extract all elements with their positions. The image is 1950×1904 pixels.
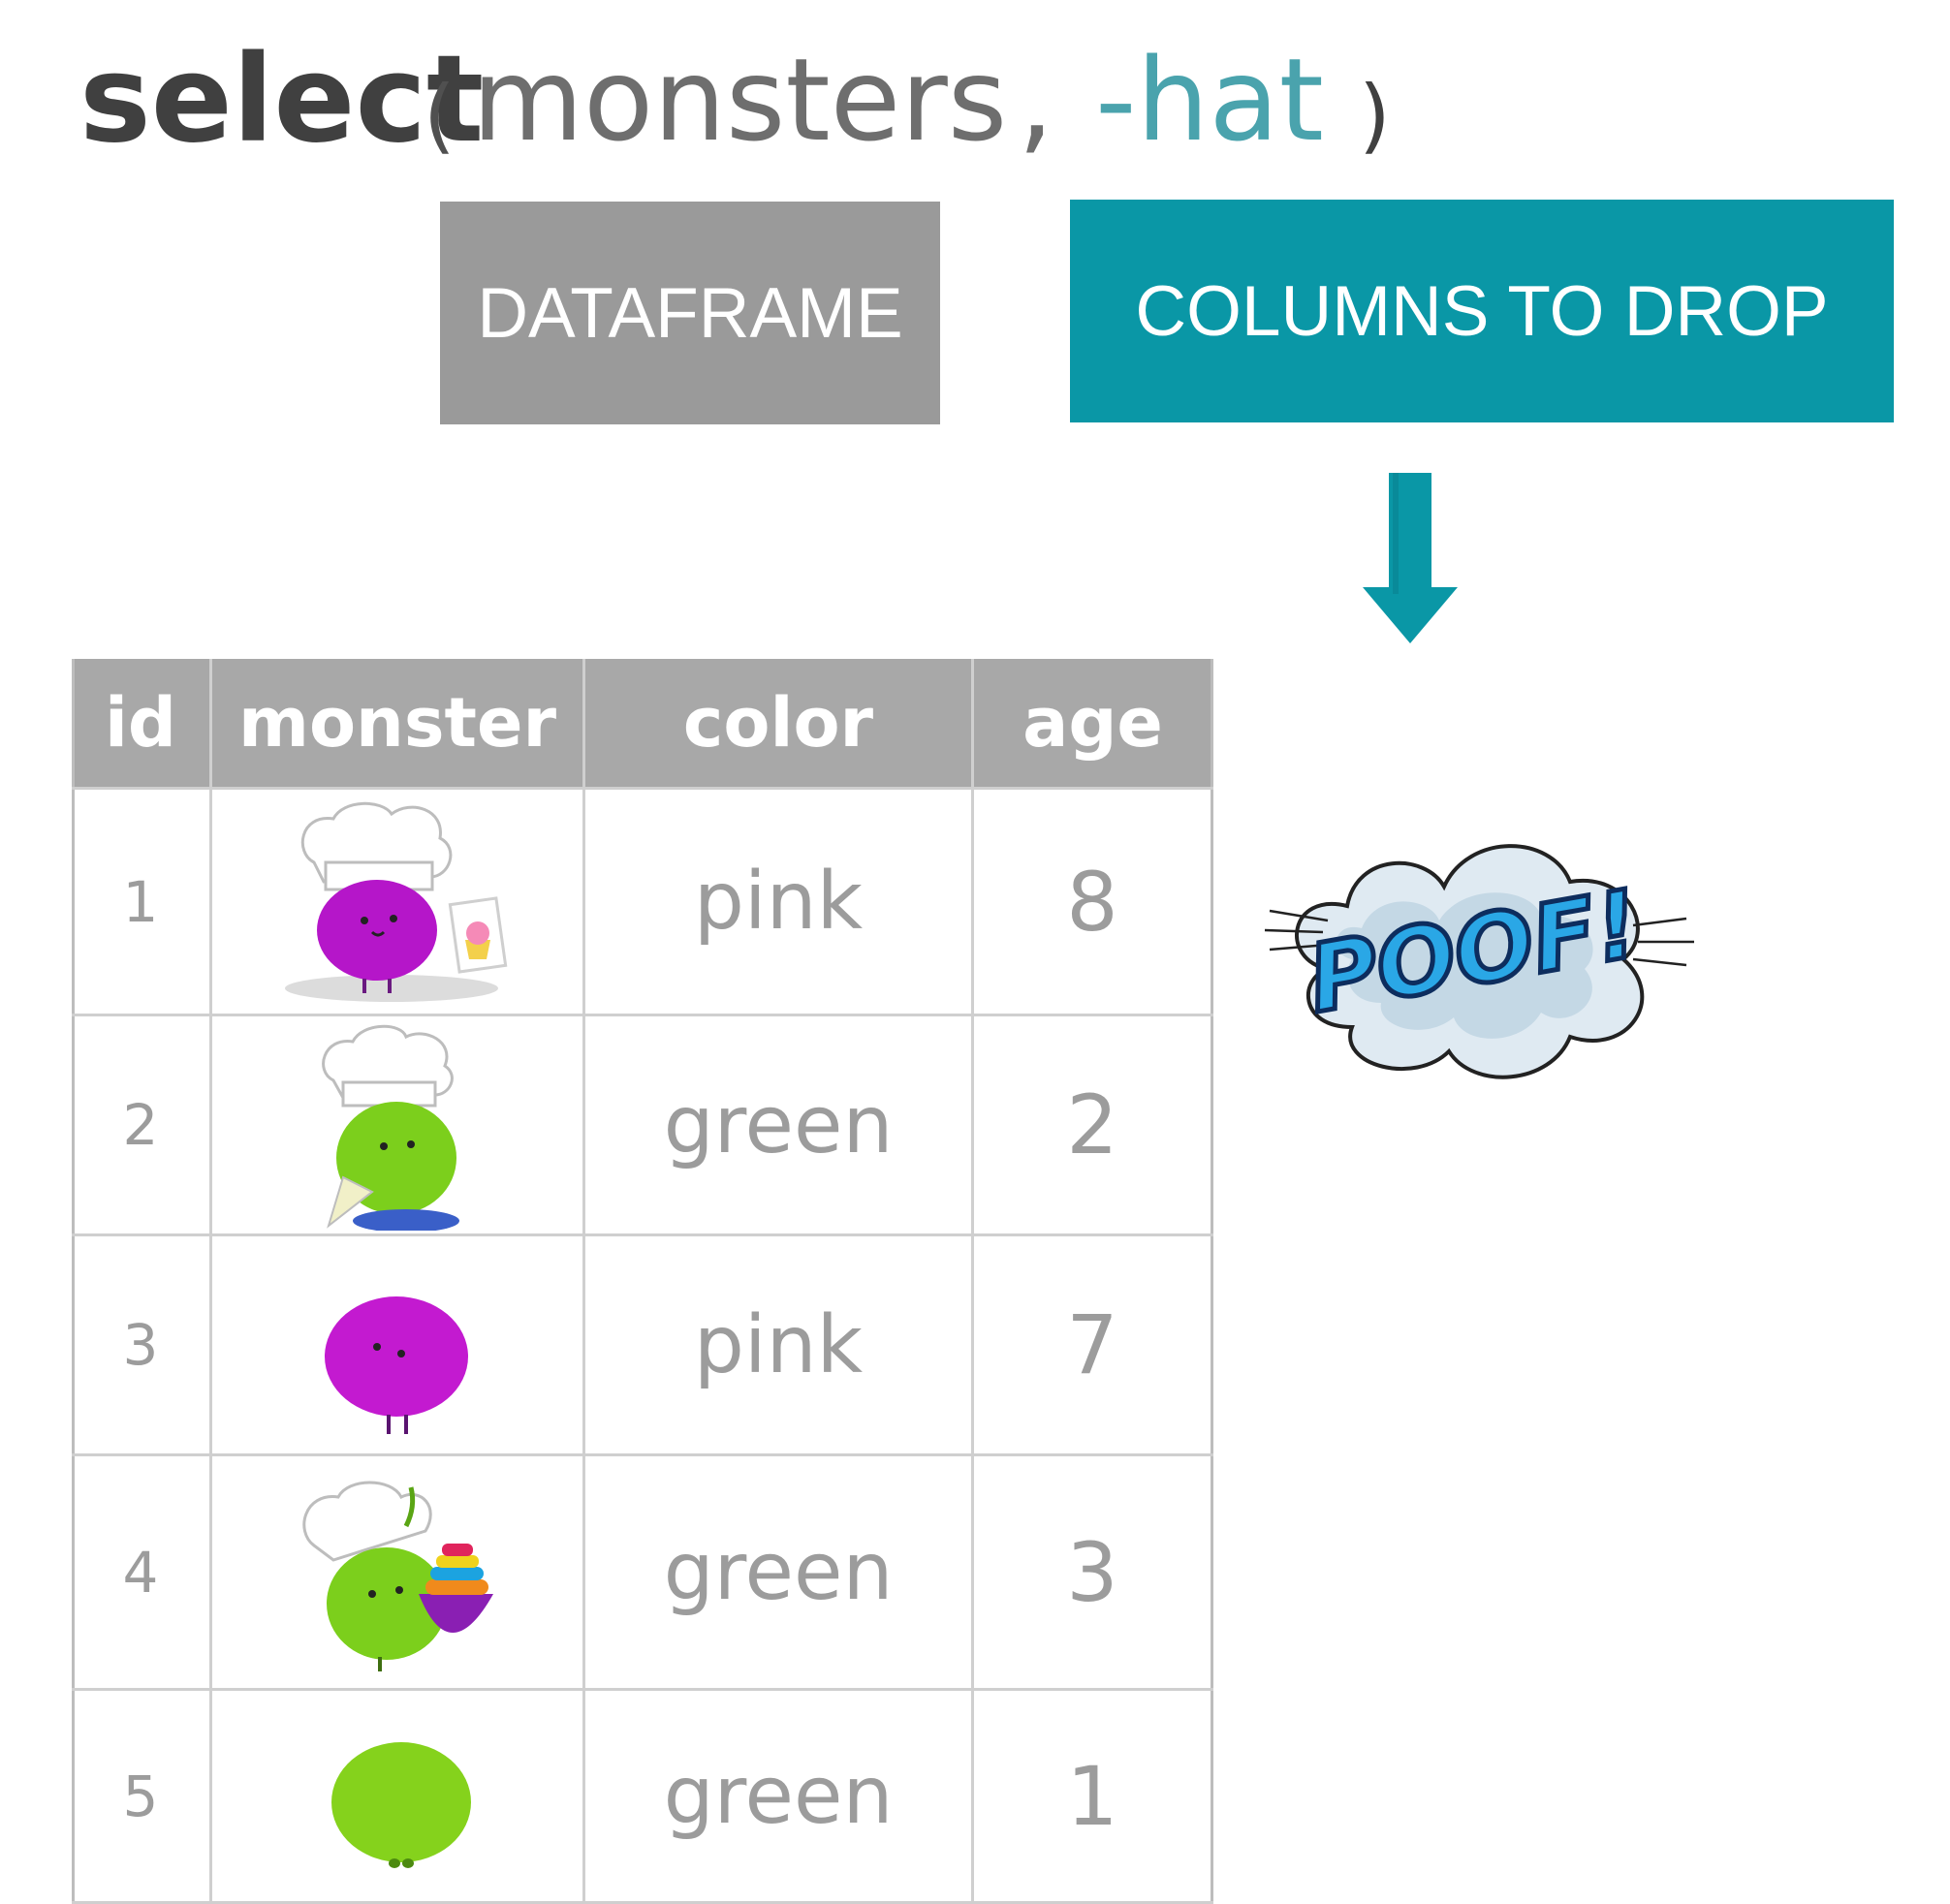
column-divider <box>209 659 212 1904</box>
header-monster: monster <box>238 683 556 763</box>
open-paren: ( <box>424 68 456 163</box>
columns-to-drop-label-box: COLUMNS TO DROP <box>1070 200 1894 422</box>
down-arrow-icon <box>1363 473 1458 643</box>
pink-chef-monster-with-cupcake-icon <box>285 801 508 1002</box>
table-row-2-age: 2 <box>1066 1077 1118 1172</box>
header-id: id <box>104 683 177 763</box>
monsters-table: id monster color age 1 pink 8 2 green 2 <box>72 659 1213 1904</box>
dataframe-argument: monsters <box>472 33 1008 167</box>
table-row-3-age: 7 <box>1066 1297 1118 1392</box>
table-row-5-age: 1 <box>1066 1748 1118 1844</box>
dataframe-label-box: DATAFRAME <box>440 202 940 424</box>
columns-argument: -hat <box>1095 33 1324 167</box>
table-row-5-color: green <box>663 1750 894 1842</box>
green-monster-icon <box>331 1742 471 1868</box>
green-chef-monster-with-piping-bag-icon <box>322 1024 459 1231</box>
green-chef-monster-with-bowls-icon <box>302 1481 493 1671</box>
table-row-3-color: pink <box>693 1298 864 1391</box>
table-row-1-color: pink <box>693 856 864 948</box>
table-row-5-id: 5 <box>122 1763 159 1829</box>
table-border-right <box>1211 659 1213 1904</box>
poof-cloud-icon: POOF! <box>1264 844 1694 1079</box>
table-row-3-id: 3 <box>122 1312 159 1378</box>
table-row-2-id: 2 <box>122 1092 159 1158</box>
table-row-1-id: 1 <box>122 868 159 935</box>
close-paren: ) <box>1359 68 1391 163</box>
header-color: color <box>682 683 874 763</box>
table-row-4-age: 3 <box>1066 1524 1118 1620</box>
columns-to-drop-label: COLUMNS TO DROP <box>1135 271 1829 351</box>
table-row-2-color: green <box>663 1078 894 1171</box>
table-row-1-age: 8 <box>1066 854 1118 950</box>
table-row-4-id: 4 <box>122 1539 159 1606</box>
header-age: age <box>1022 683 1163 763</box>
table-row-4-color: green <box>663 1526 894 1618</box>
dataframe-label: DATAFRAME <box>477 273 903 353</box>
argument-comma: , <box>1018 33 1054 167</box>
pink-monster-icon <box>325 1296 468 1434</box>
